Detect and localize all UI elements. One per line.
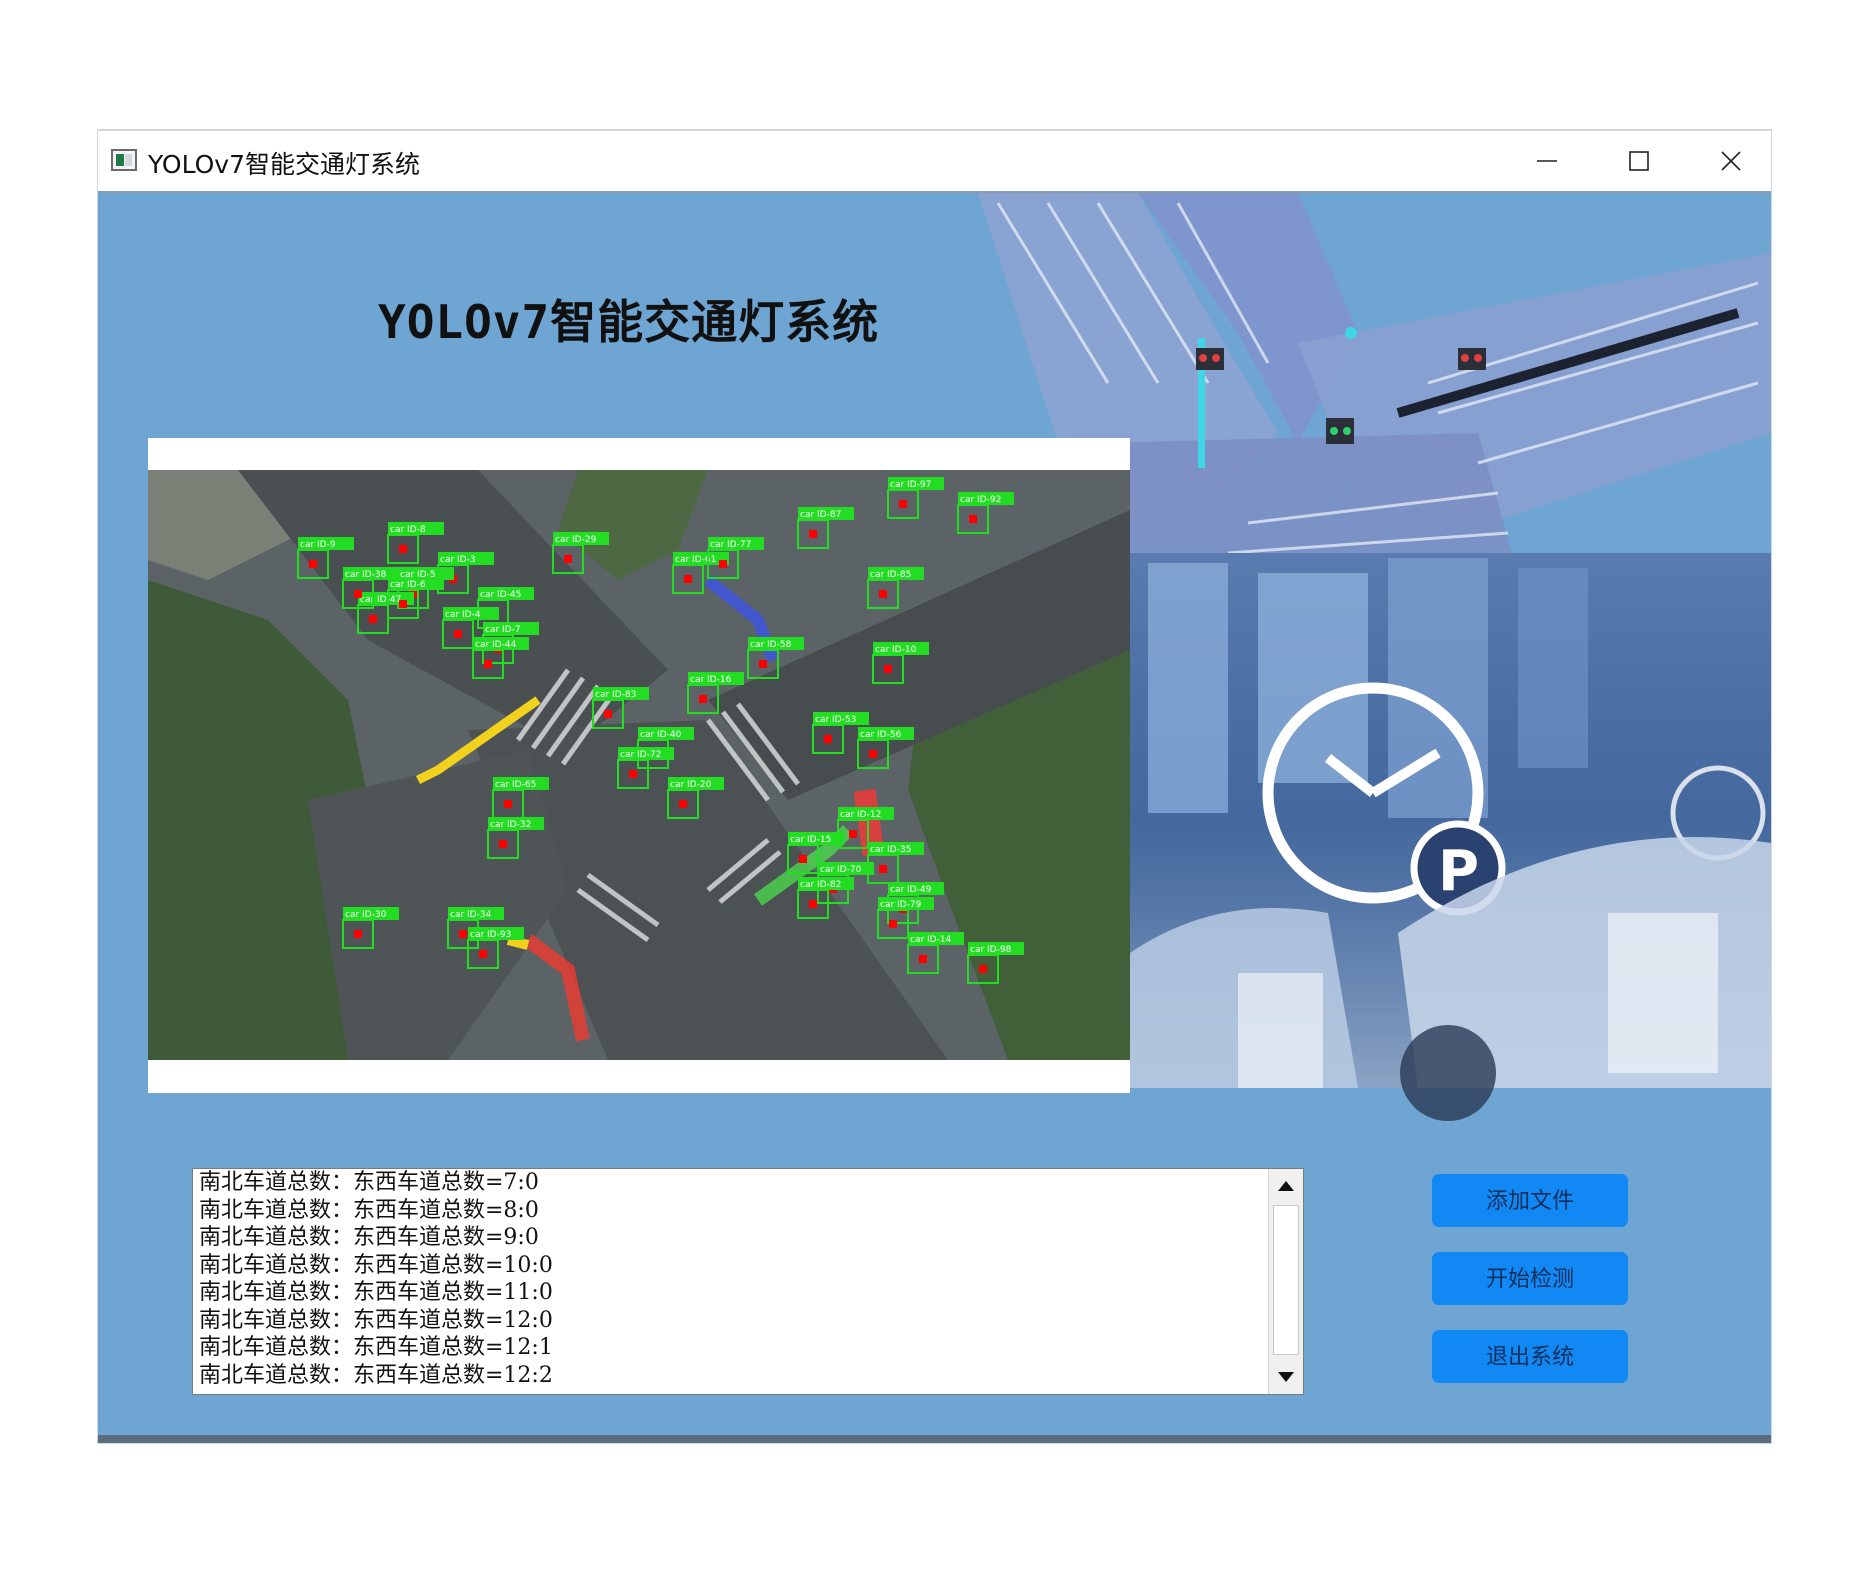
detection-label: car ID-70 xyxy=(820,865,862,875)
detection-label: car ID-4 xyxy=(445,610,481,620)
log-line: 南北车道总数：东西车道总数=9:0 xyxy=(199,1225,539,1250)
window-title: YOLOv7智能交通灯系统 xyxy=(148,150,420,179)
detection-label: car ID-12 xyxy=(840,810,881,820)
detection-label: car ID-82 xyxy=(800,880,841,890)
log-line: 南北车道总数：东西车道总数=8:0 xyxy=(199,1197,539,1223)
detection-label: car ID-7 xyxy=(485,625,521,635)
close-icon xyxy=(1721,151,1741,171)
minimize-icon xyxy=(1537,160,1557,162)
log-lines: 南北车道总数：东西车道总数=7:0 南北车道总数：东西车道总数=8:0 南北车道总数… xyxy=(199,1169,1259,1389)
detection-label: car ID-8 xyxy=(390,525,426,535)
maximize-icon xyxy=(1629,151,1649,171)
log-line: 南北车道总数：东西车道总数=12:0 xyxy=(199,1307,553,1333)
detection-label: car ID-56 xyxy=(860,730,902,740)
start-detect-button[interactable]: 开始检测 xyxy=(1432,1252,1628,1305)
detection-label: car ID-16 xyxy=(690,675,732,685)
detection-label: car ID-93 xyxy=(470,930,511,940)
detection-label: car ID-44 xyxy=(475,640,517,650)
detection-label: car ID-98 xyxy=(970,945,1012,955)
window-bottom-border xyxy=(98,1435,1771,1443)
detection-label: car ID-15 xyxy=(790,835,831,845)
detection-label: car ID-53 xyxy=(815,715,856,725)
log-line: 南北车道总数：东西车道总数=12:2 xyxy=(199,1362,553,1388)
detection-label: car ID-6 xyxy=(390,580,426,590)
log-scrollbar[interactable] xyxy=(1268,1169,1303,1394)
detection-log[interactable]: 南北车道总数：东西车道总数=7:0 南北车道总数：东西车道总数=8:0 南北车道总数… xyxy=(192,1168,1304,1395)
detection-video-frame: car ID-9car ID-8car ID-3car ID-5car ID-4… xyxy=(148,470,1130,1060)
detection-label: car ID-92 xyxy=(960,495,1001,505)
detection-label: car ID-35 xyxy=(870,845,911,855)
detection-label: car ID-20 xyxy=(670,780,712,790)
arrow-down-icon xyxy=(1278,1372,1294,1382)
detection-label: car ID-14 xyxy=(910,935,952,945)
detection-label: car ID-9 xyxy=(300,540,336,550)
detection-label: car ID-47 xyxy=(360,595,401,605)
detection-label: car ID-49 xyxy=(890,885,932,895)
log-line: 南北车道总数：东西车道总数=7:0 xyxy=(199,1170,539,1195)
detection-label: car ID-10 xyxy=(875,645,917,655)
detection-label: car ID-40 xyxy=(640,730,682,740)
detection-label: car ID-87 xyxy=(800,510,841,520)
scroll-down-button[interactable] xyxy=(1269,1360,1303,1394)
detection-label: car ID-45 xyxy=(480,590,521,600)
maximize-button[interactable] xyxy=(1604,137,1674,185)
app-window: YOLOv7智能交通灯系统 P YOLOv7智能交通灯系统 car ID-9 c… xyxy=(98,130,1771,1443)
detection-label: car ID-61 xyxy=(675,555,716,565)
detection-label: car ID-97 xyxy=(890,480,931,490)
minimize-button[interactable] xyxy=(1512,137,1582,185)
close-button[interactable] xyxy=(1696,137,1766,185)
detection-label: car ID-65 xyxy=(495,780,536,790)
detection-label: car ID-34 xyxy=(450,910,492,920)
arrow-up-icon xyxy=(1278,1181,1294,1191)
scroll-up-button[interactable] xyxy=(1269,1169,1303,1203)
detection-label: car ID-38 xyxy=(345,570,387,580)
title-bar[interactable]: YOLOv7智能交通灯系统 xyxy=(98,131,1771,193)
detection-label: car ID-83 xyxy=(595,690,636,700)
add-file-button[interactable]: 添加文件 xyxy=(1432,1174,1628,1227)
app-heading: YOLOv7智能交通灯系统 xyxy=(378,295,880,349)
detection-label: car ID-85 xyxy=(870,570,911,580)
exit-system-button[interactable]: 退出系统 xyxy=(1432,1330,1628,1383)
app-icon xyxy=(111,149,137,171)
detection-label: car ID-30 xyxy=(345,910,387,920)
log-line: 南北车道总数：东西车道总数=10:0 xyxy=(199,1252,553,1278)
video-display: car ID-9 car ID-8 car ID-3 car ID-5 car ID-4… xyxy=(148,438,1130,1093)
scroll-thumb[interactable] xyxy=(1273,1205,1299,1355)
detection-label: car ID-32 xyxy=(490,820,531,830)
smart-city-image: P xyxy=(1130,553,1771,1121)
detection-label: car ID-58 xyxy=(750,640,792,650)
log-line: 南北车道总数：东西车道总数=11:0 xyxy=(199,1280,553,1305)
detection-label: car ID-3 xyxy=(440,555,476,565)
log-line: 南北车道总数：东西车道总数=12:1 xyxy=(199,1335,553,1360)
detection-label: car ID-79 xyxy=(880,900,922,910)
detection-label: car ID-29 xyxy=(555,535,597,545)
detection-label: car ID-72 xyxy=(620,750,661,760)
detection-label: car ID-77 xyxy=(710,540,751,550)
